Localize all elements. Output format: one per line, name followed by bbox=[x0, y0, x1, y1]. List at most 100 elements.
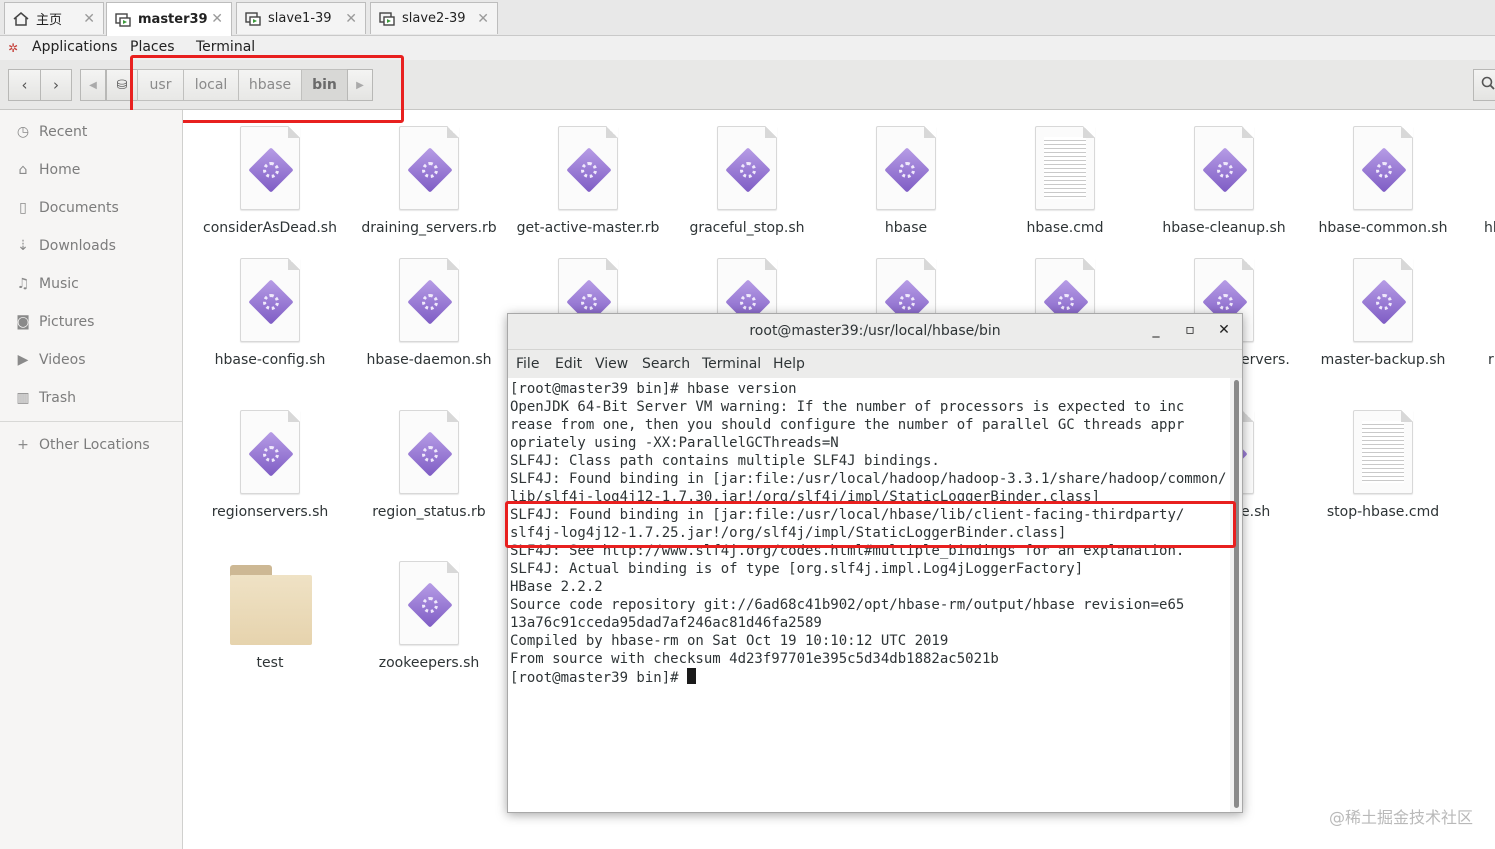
crumb-hbase[interactable]: hbase bbox=[238, 69, 302, 101]
terminal-titlebar[interactable]: root@master39:/usr/local/hbase/bin _ ▫ ✕ bbox=[508, 314, 1242, 350]
terminal-menu[interactable]: Terminal bbox=[196, 39, 255, 55]
places-menu[interactable]: Places bbox=[130, 39, 175, 55]
menu-edit[interactable]: Edit bbox=[555, 356, 582, 372]
script-file-icon bbox=[240, 410, 300, 494]
sidebar-item-documents[interactable]: ▯ Documents bbox=[0, 192, 182, 224]
minimize-button[interactable]: _ bbox=[1146, 322, 1166, 342]
forward-button[interactable]: › bbox=[40, 69, 72, 101]
terminal-line: SLF4J: Found binding in [jar:file:/usr/l… bbox=[510, 507, 1185, 523]
close-button[interactable]: ✕ bbox=[1214, 322, 1234, 342]
file-item[interactable]: hbase-daemon.sh bbox=[350, 258, 508, 388]
terminal-line: SLF4J: See http://www.slf4j.org/codes.ht… bbox=[510, 543, 1185, 559]
file-name: hbase-daemon.sh bbox=[366, 352, 492, 368]
file-name: hbase-common.sh bbox=[1318, 220, 1448, 236]
maximize-button[interactable]: ▫ bbox=[1180, 322, 1200, 342]
terminal-window[interactable]: root@master39:/usr/local/hbase/bin _ ▫ ✕… bbox=[507, 313, 1243, 813]
file-item[interactable]: zookeepers.sh bbox=[350, 561, 508, 691]
crumb-label: hbase bbox=[248, 77, 292, 93]
menu-terminal[interactable]: Terminal bbox=[702, 356, 761, 372]
close-icon[interactable]: ✕ bbox=[83, 11, 95, 27]
chevron-left-icon: ‹ bbox=[21, 76, 28, 94]
menu-view[interactable]: View bbox=[595, 356, 628, 372]
script-file-icon bbox=[1353, 258, 1413, 342]
tab-label: 主页 bbox=[36, 13, 63, 28]
sidebar-item-label: Home bbox=[39, 162, 81, 178]
folder-item[interactable]: test bbox=[191, 561, 349, 691]
applications-menu[interactable]: Applications bbox=[32, 39, 118, 55]
crumb-label: bin bbox=[312, 77, 337, 93]
back-button[interactable]: ‹ bbox=[8, 69, 41, 101]
file-item[interactable]: regionservers.sh bbox=[191, 410, 349, 540]
sidebar-item-home[interactable]: ⌂ Home bbox=[0, 154, 182, 186]
file-item[interactable]: graceful_stop.sh bbox=[668, 126, 826, 256]
sidebar-item-label: Recent bbox=[39, 124, 88, 140]
location-toggle-button[interactable]: ⛁ bbox=[106, 69, 138, 101]
file-name: get-active-master.rb bbox=[516, 220, 660, 236]
search-button[interactable] bbox=[1473, 69, 1495, 101]
menu-search[interactable]: Search bbox=[642, 356, 690, 372]
file-name: e.sh bbox=[1241, 504, 1271, 520]
sidebar-item-trash[interactable]: ▥ Trash bbox=[0, 382, 182, 414]
file-item[interactable]: draining_servers.rb bbox=[350, 126, 508, 256]
terminal-line: slf4j-log4j12-1.7.25.jar!/org/slf4j/impl… bbox=[510, 525, 1067, 541]
close-icon[interactable]: ✕ bbox=[211, 11, 223, 27]
terminal-line: lib/slf4j-log4j12-1.7.30.jar!/org/slf4j/… bbox=[510, 489, 1101, 505]
file-item[interactable]: hbase-config.sh bbox=[191, 258, 349, 388]
sidebar-divider bbox=[0, 421, 182, 422]
close-icon[interactable]: ✕ bbox=[477, 11, 489, 27]
menu-file[interactable]: File bbox=[516, 356, 539, 372]
home-icon: ⌂ bbox=[18, 162, 28, 178]
script-file-icon bbox=[876, 126, 936, 210]
file-item[interactable]: hbase.cmd bbox=[986, 126, 1144, 256]
file-name: master-backup.sh bbox=[1320, 352, 1446, 368]
crumb-label: local bbox=[194, 77, 228, 93]
file-item[interactable]: region_status.rb bbox=[350, 410, 508, 540]
menu-help[interactable]: Help bbox=[773, 356, 805, 372]
file-item[interactable]: get-active-master.rb bbox=[509, 126, 667, 256]
file-item[interactable]: considerAsDead.sh bbox=[191, 126, 349, 256]
crumb-usr[interactable]: usr bbox=[137, 69, 184, 101]
text-file-icon bbox=[1353, 410, 1413, 494]
sidebar-item-other-locations[interactable]: + Other Locations bbox=[0, 429, 182, 461]
terminal-scrollbar[interactable] bbox=[1230, 378, 1242, 812]
sidebar-item-label: Other Locations bbox=[39, 437, 150, 453]
file-item[interactable]: hbase-common.sh bbox=[1304, 126, 1462, 256]
tab-slave1-39[interactable]: slave1-39 ✕ bbox=[236, 2, 366, 34]
terminal-line: opriately using -XX:ParallelGCThreads=N bbox=[510, 435, 839, 451]
file-name: draining_servers.rb bbox=[361, 220, 497, 236]
tab-slave2-39[interactable]: slave2-39 ✕ bbox=[370, 2, 498, 34]
sidebar-item-downloads[interactable]: ⇣ Downloads bbox=[0, 230, 182, 262]
terminal-line: SLF4J: Actual binding is of type [org.sl… bbox=[510, 561, 1084, 577]
script-file-icon bbox=[558, 126, 618, 210]
tab-home[interactable]: 主页 ✕ bbox=[4, 2, 104, 34]
sidebar-item-pictures[interactable]: ◙ Pictures bbox=[0, 306, 182, 338]
video-icon: ▶ bbox=[17, 352, 29, 368]
file-item[interactable]: hbase bbox=[827, 126, 985, 256]
file-name: test bbox=[256, 655, 284, 671]
terminal-line: HBase 2.2.2 bbox=[510, 579, 603, 595]
terminal-line: Compiled by hbase-rm on Sat Oct 19 10:10… bbox=[510, 633, 949, 649]
crumb-label: usr bbox=[149, 77, 172, 93]
file-name: stop-hbase.cmd bbox=[1326, 504, 1440, 520]
scrollbar-thumb[interactable] bbox=[1234, 380, 1239, 808]
path-scroll-right-button[interactable]: ▶ bbox=[347, 69, 373, 101]
file-name: ervers. bbox=[1241, 352, 1290, 368]
file-item[interactable]: stop-hbase.cmd bbox=[1304, 410, 1462, 540]
file-item[interactable]: hbase-cleanup.sh bbox=[1145, 126, 1303, 256]
sidebar-item-label: Trash bbox=[39, 390, 76, 406]
path-scroll-left-button[interactable]: ◀ bbox=[80, 69, 106, 101]
sidebar-item-recent[interactable]: ◷ Recent bbox=[0, 116, 182, 148]
trash-icon: ▥ bbox=[16, 390, 30, 406]
file-name-clipped[interactable]: r bbox=[1488, 352, 1494, 368]
tab-master39[interactable]: master39 ✕ bbox=[106, 2, 232, 36]
sidebar-item-music[interactable]: ♫ Music bbox=[0, 268, 182, 300]
terminal-screen[interactable]: [root@master39 bin]# hbase version OpenJ… bbox=[508, 378, 1230, 812]
terminal-line: rease from one, then you should configur… bbox=[510, 417, 1185, 433]
terminal-line: SLF4J: Found binding in [jar:file:/usr/l… bbox=[510, 471, 1227, 487]
file-name-clipped[interactable]: hb bbox=[1484, 220, 1495, 236]
crumb-local[interactable]: local bbox=[183, 69, 239, 101]
close-icon[interactable]: ✕ bbox=[345, 11, 357, 27]
file-item[interactable]: master-backup.sh bbox=[1304, 258, 1462, 388]
crumb-bin[interactable]: bin bbox=[301, 69, 348, 101]
sidebar-item-videos[interactable]: ▶ Videos bbox=[0, 344, 182, 376]
